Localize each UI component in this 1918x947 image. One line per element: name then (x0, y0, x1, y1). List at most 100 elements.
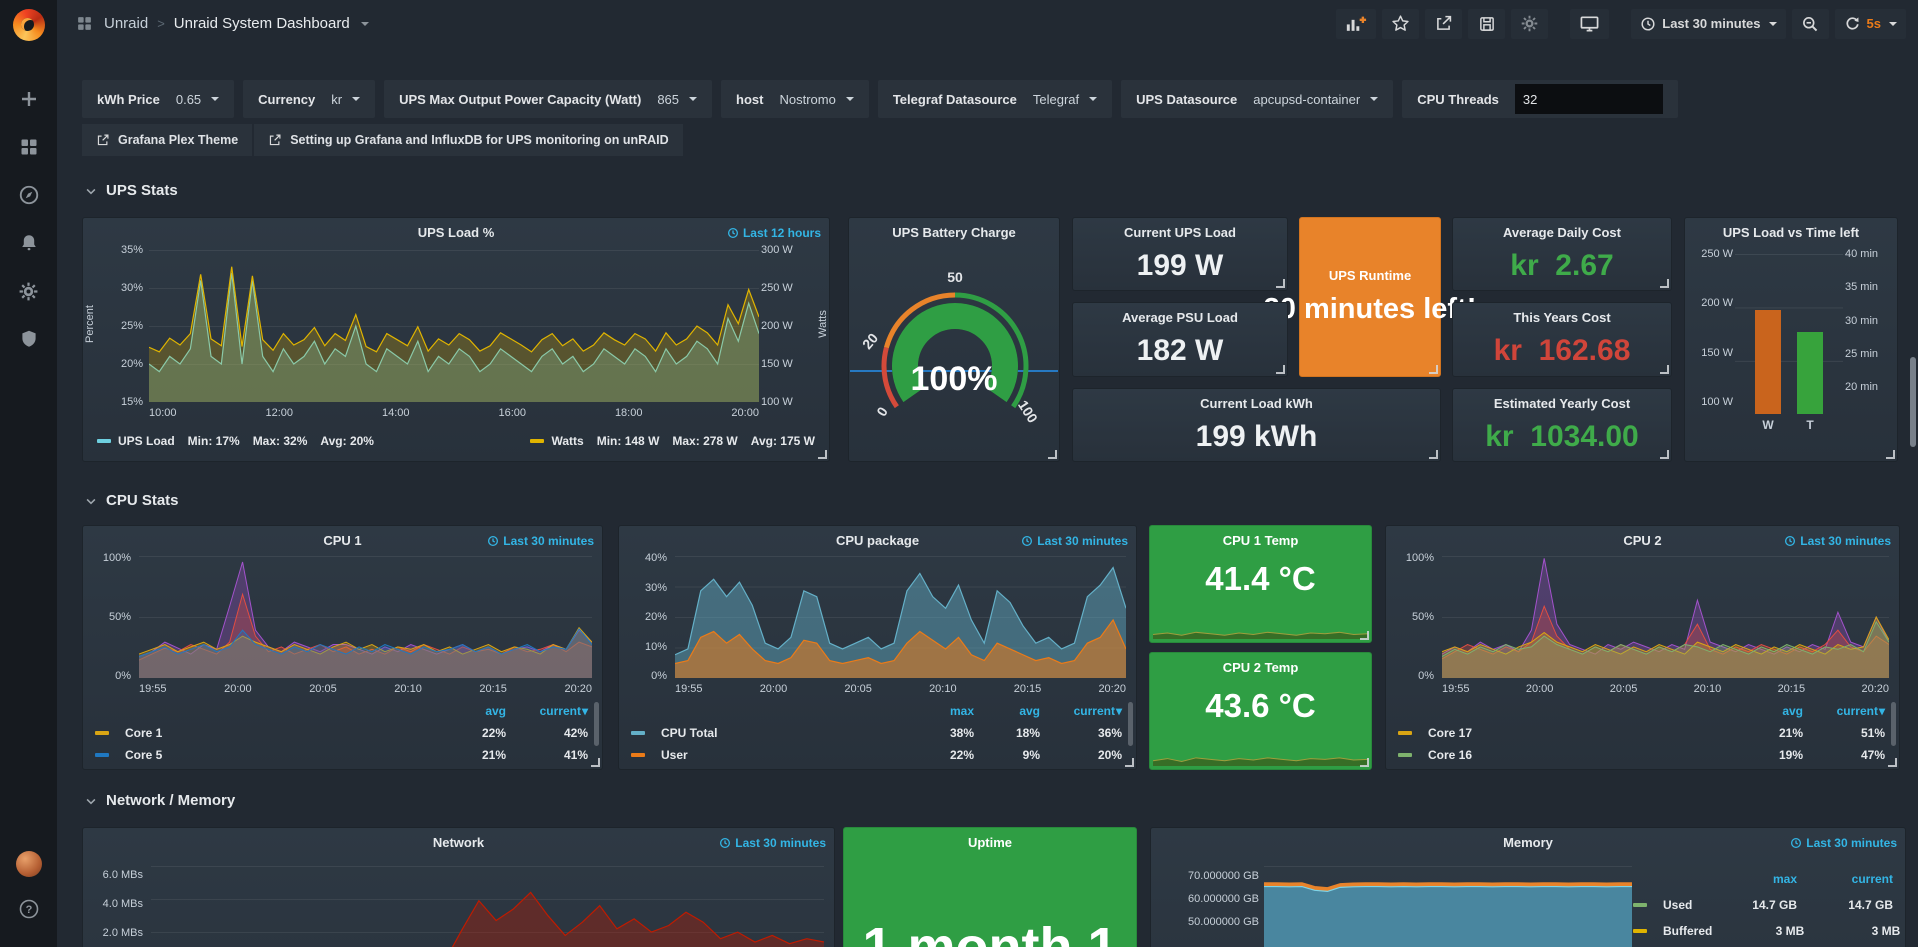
variable-kwh-price[interactable]: kWh Price 0.65 (82, 80, 234, 118)
dashboard-title[interactable]: Unraid System Dashboard (174, 15, 350, 32)
panel-title[interactable]: UPS Load vs Time left (1685, 225, 1897, 240)
temp-value: 41.4 °C (1150, 560, 1371, 598)
svg-text:20: 20 (859, 330, 881, 352)
variable-cpu-threads: CPU Threads (1402, 80, 1678, 118)
stat-this-years-cost[interactable]: This Years Cost kr 162.68 (1452, 302, 1672, 376)
section-cpu-stats[interactable]: CPU Stats (84, 492, 179, 509)
variable-telegraf-datasource[interactable]: Telegraf Datasource Telegraf (878, 80, 1112, 118)
help-icon[interactable]: ? (11, 891, 47, 927)
x-axis-ticks: 19:5520:0020:0520:1020:1520:20 (139, 683, 592, 695)
add-panel-button[interactable] (1336, 9, 1376, 39)
cpu-threads-input[interactable] (1515, 84, 1663, 114)
section-ups-stats[interactable]: UPS Stats (84, 182, 178, 199)
cpu-package-chart (675, 556, 1126, 678)
legend-swatch (631, 731, 645, 735)
page-scrollbar[interactable] (1910, 357, 1916, 447)
stat-current-load-kwh[interactable]: Current Load kWh 199 kWh (1072, 388, 1441, 462)
x-axis-ticks: 19:5520:0020:0520:1020:1520:20 (1442, 683, 1889, 695)
alerting-bell-icon[interactable] (11, 225, 47, 261)
network-chart (151, 866, 824, 947)
configuration-gear-icon[interactable] (11, 273, 47, 309)
time-range-picker[interactable]: Last 30 minutes (1631, 9, 1785, 39)
legend-swatch (1398, 753, 1412, 757)
panel-title[interactable]: UPS Battery Charge (849, 225, 1059, 240)
stat-average-psu-load[interactable]: Average PSU Load 182 W (1072, 302, 1288, 376)
variable-host[interactable]: host Nostromo (721, 80, 869, 118)
legend-item[interactable]: Watts Min: 148 W Max: 278 W Avg: 175 W (530, 434, 815, 448)
grafana-logo-icon[interactable] (13, 9, 45, 41)
panel-time-override[interactable]: Last 30 minutes (1021, 534, 1128, 548)
share-button[interactable] (1425, 9, 1462, 39)
legend-row[interactable]: Core 1619%47% (1398, 744, 1885, 766)
clock-icon (1784, 535, 1796, 547)
admin-shield-icon[interactable] (11, 321, 47, 357)
legend-scrollbar[interactable] (1128, 702, 1133, 746)
panel-time-override[interactable]: Last 30 minutes (487, 534, 594, 548)
sidebar: ? (0, 0, 57, 947)
refresh-caret-icon[interactable] (1889, 22, 1897, 26)
panel-time-override[interactable]: Last 30 minutes (1784, 534, 1891, 548)
star-button[interactable] (1382, 9, 1419, 39)
section-network-memory[interactable]: Network / Memory (84, 792, 235, 809)
settings-gear-icon[interactable] (1511, 9, 1548, 39)
legend-swatch (1633, 903, 1647, 907)
legend-row[interactable]: Core 521%41% (95, 744, 588, 766)
panel-cpu2-temp[interactable]: CPU 2 Temp 43.6 °C (1149, 652, 1372, 770)
panel-uptime[interactable]: Uptime 1 month 1 (843, 827, 1137, 947)
variable-ups-max-output[interactable]: UPS Max Output Power Capacity (Watt) 865 (384, 80, 712, 118)
ups-stats-grid: Current UPS Load 199 W UPS Runtime 30 mi… (1072, 217, 1672, 462)
y-axis-ticks-right: 40 min35 min30 min25 min20 min (1845, 248, 1891, 393)
clock-icon (727, 227, 739, 239)
cpu2-chart (1442, 556, 1889, 678)
panel-cpu1-temp[interactable]: CPU 1 Temp 41.4 °C (1149, 525, 1372, 643)
link-ups-monitoring-guide[interactable]: Setting up Grafana and InfluxDB for UPS … (254, 124, 682, 156)
save-button[interactable] (1468, 9, 1505, 39)
y-axis-ticks-left: 35%30%25%20%15% (107, 244, 143, 408)
y-axis-ticks: 100%50%0% (93, 552, 131, 682)
dashboards-icon[interactable] (11, 129, 47, 165)
clock-icon (719, 837, 731, 849)
y-axis-label-right: Watts (817, 310, 829, 338)
stat-average-daily-cost[interactable]: Average Daily Cost kr 2.67 (1452, 217, 1672, 291)
legend-row[interactable]: Core 122%42% (95, 722, 588, 744)
variable-currency[interactable]: Currency kr (243, 80, 375, 118)
breadcrumb-root[interactable]: Unraid (104, 15, 148, 32)
legend-row[interactable]: User22%9%20% (631, 744, 1122, 766)
refresh-button[interactable]: 5s (1835, 9, 1906, 39)
explore-compass-icon[interactable] (11, 177, 47, 213)
temp-sparkline (1153, 613, 1368, 639)
clock-icon (1021, 535, 1033, 547)
stat-ups-runtime[interactable]: UPS Runtime 30 minutes left! (1299, 217, 1441, 377)
legend-row[interactable]: Used14.7 GB14.7 GB (1633, 892, 1893, 918)
panel-time-override[interactable]: Last 30 minutes (719, 836, 826, 850)
ups-load-chart (149, 250, 759, 402)
panel-time-override[interactable]: Last 12 hours (727, 226, 821, 240)
legend-row[interactable]: CPU Total38%18%36% (631, 722, 1122, 744)
stat-estimated-yearly-cost[interactable]: Estimated Yearly Cost kr 1034.00 (1452, 388, 1672, 462)
refresh-interval-label[interactable]: 5s (1867, 16, 1881, 31)
legend-row[interactable]: Buffered3 MB3 MB (1633, 918, 1893, 944)
panel-time-override[interactable]: Last 30 minutes (1790, 836, 1897, 850)
cycle-view-monitor-button[interactable] (1570, 9, 1609, 39)
panel-network: Network Last 30 minutes 6.0 MBs4.0 MBs2.… (82, 827, 835, 947)
panel-title[interactable]: UPS Load % (83, 225, 829, 240)
stat-current-ups-load[interactable]: Current UPS Load 199 W (1072, 217, 1288, 291)
chevron-down-icon (1089, 97, 1097, 101)
legend-row[interactable]: Core 1721%51% (1398, 722, 1885, 744)
create-plus-icon[interactable] (11, 81, 47, 117)
legend-scrollbar[interactable] (594, 702, 599, 746)
topbar-actions: Last 30 minutes 5s (1336, 9, 1906, 39)
variable-ups-datasource[interactable]: UPS Datasource apcupsd-container (1121, 80, 1393, 118)
legend-item[interactable]: UPS Load Min: 17% Max: 32% Avg: 20% (97, 434, 374, 448)
topbar: Unraid > Unraid System Dashboard Last 30… (57, 0, 1918, 47)
legend-swatch (1633, 929, 1647, 933)
gauge-value: 100% (849, 360, 1059, 399)
legend-scrollbar[interactable] (1891, 702, 1896, 746)
link-grafana-plex-theme[interactable]: Grafana Plex Theme (82, 124, 252, 156)
ups-bars-chart: WT (1741, 254, 1837, 432)
template-variables-row: kWh Price 0.65 Currency kr UPS Max Outpu… (82, 80, 1678, 118)
panel-memory: Memory Last 30 minutes 70.000000 GB60.00… (1150, 827, 1906, 947)
user-avatar[interactable] (16, 851, 42, 877)
zoom-out-button[interactable] (1792, 9, 1829, 39)
title-caret-icon[interactable] (361, 22, 369, 26)
